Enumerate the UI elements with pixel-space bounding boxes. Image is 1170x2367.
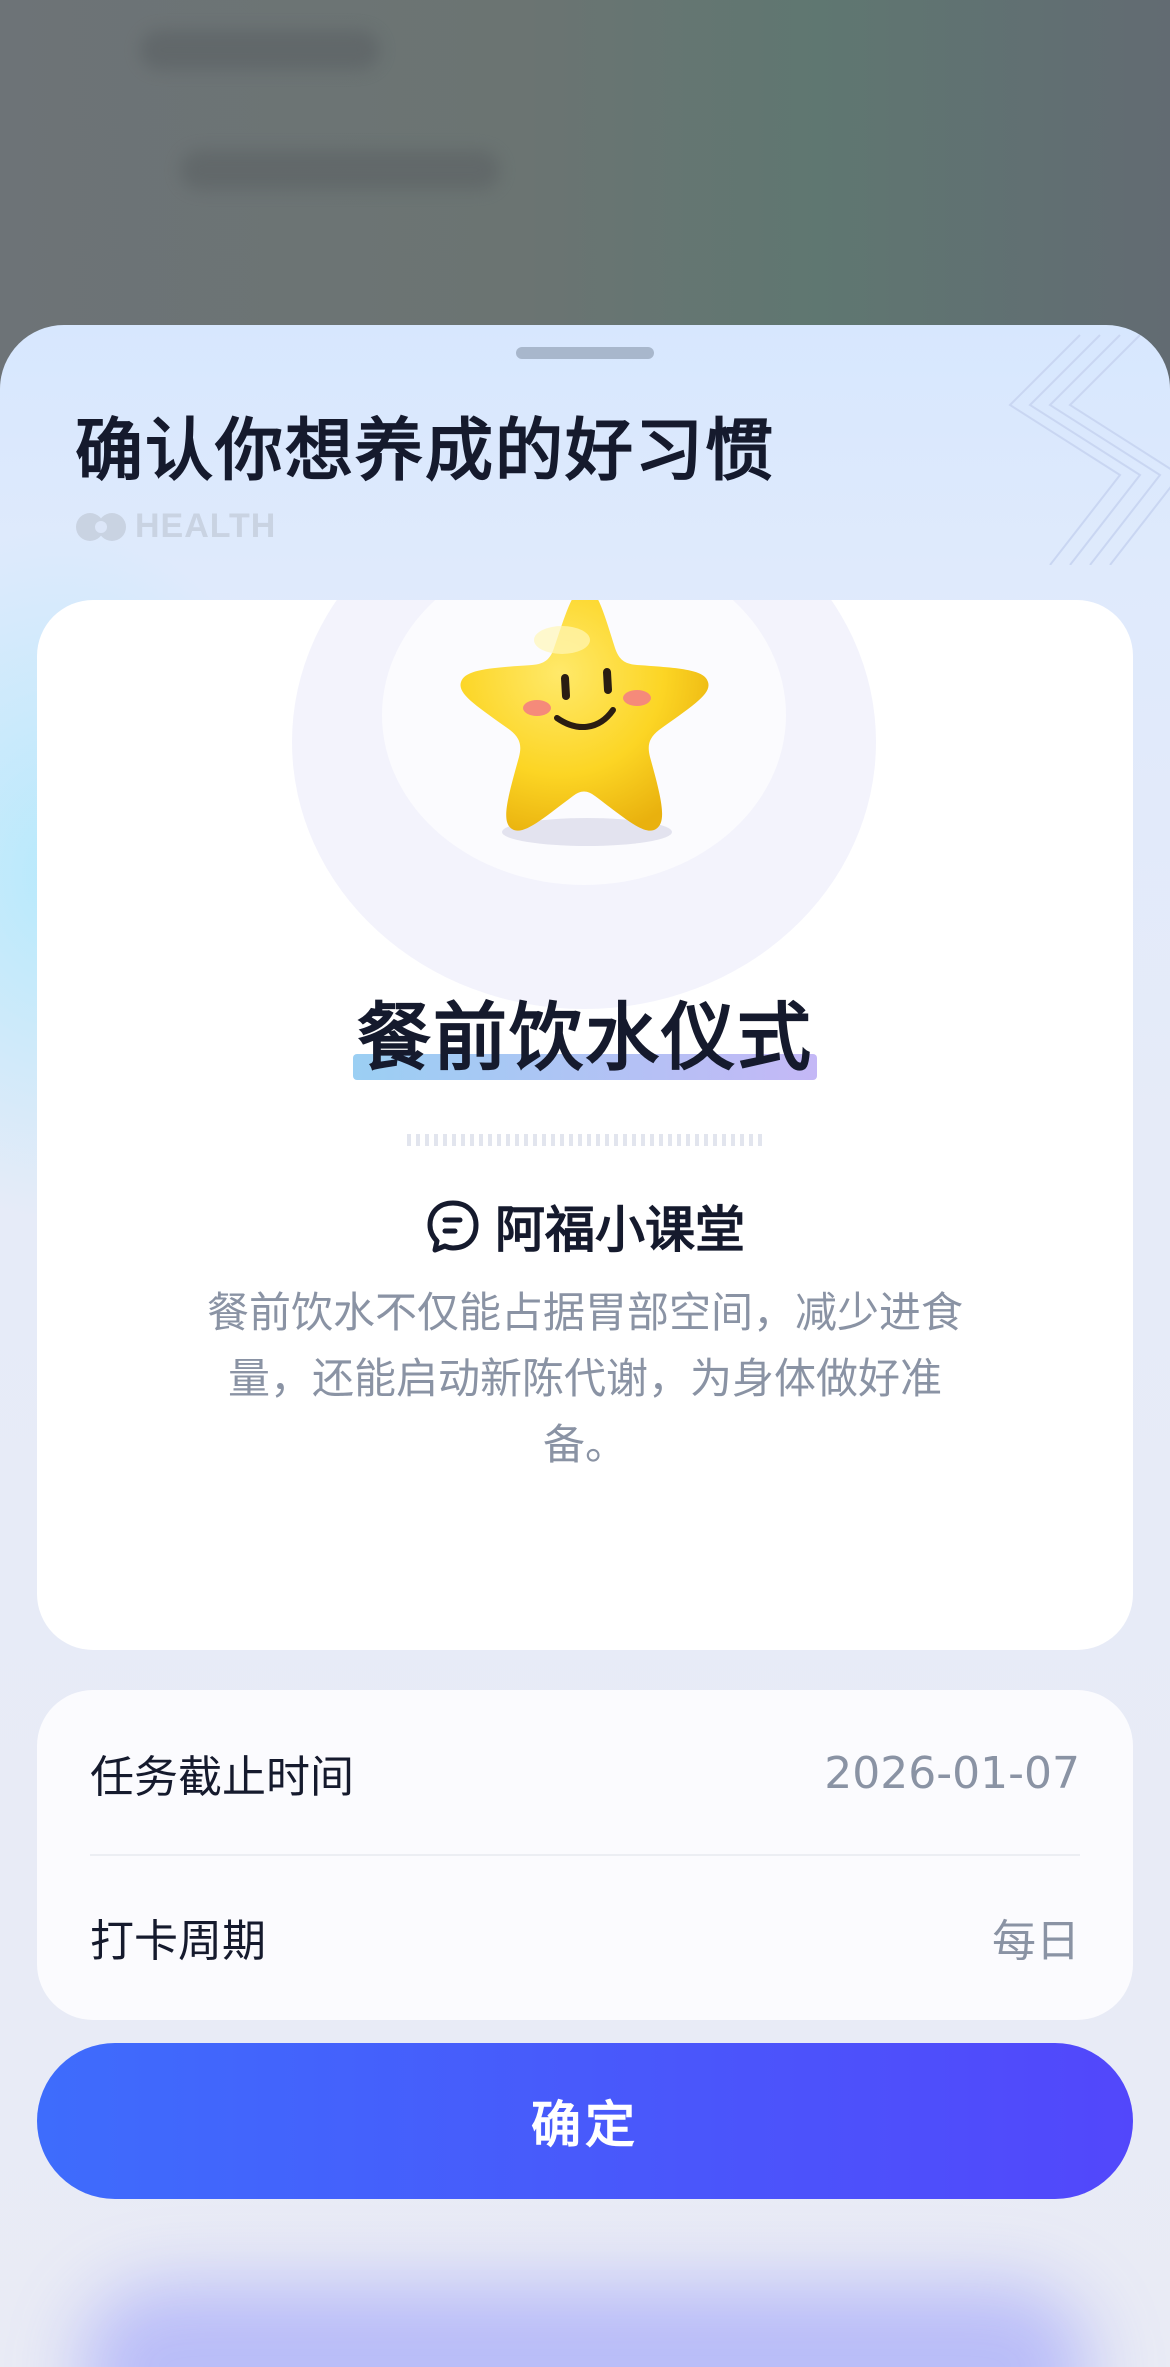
cycle-value: 每日 [992,1916,1080,1967]
health-logo-icon [76,512,126,541]
cycle-row[interactable]: 打卡周期 每日 [90,1907,1080,1967]
chat-bubble-icon [427,1200,479,1253]
habit-card: 餐前饮水仪式 阿福小课堂 餐前饮水不仅能占据胃部空间，减少进食量，还能启动新陈代… [37,600,1133,1650]
brand-logo: HEALTH [75,507,276,546]
row-divider [90,1854,1080,1856]
button-shadow [80,2285,1090,2367]
blurred-text-block [140,30,380,70]
dotted-divider [407,1134,763,1146]
star-mascot-icon [460,600,709,846]
course-description: 餐前饮水不仅能占据胃部空间，减少进食量，还能启动新陈代谢，为身体做好准备。 [206,1288,963,1469]
confirm-button[interactable]: 确定 [37,2043,1133,2199]
course-header: 阿福小课堂 [37,1190,1133,1262]
habit-name-text: 餐前饮水仪式 [357,995,813,1081]
deadline-row[interactable]: 任务截止时间 2026-01-07 [90,1743,1080,1804]
bottom-sheet: 确认你想养成的好习惯 HEALTH 餐前饮水仪式 阿福小课堂 餐前饮水不仅能占据… [0,325,1170,2367]
habit-name: 餐前饮水仪式 [353,990,817,1086]
blurred-text-block [180,150,500,190]
deadline-value: 2026-01-07 [824,1747,1080,1799]
deadline-label: 任务截止时间 [90,1752,354,1803]
decorative-lines-icon [1008,334,1170,565]
habit-name-wrap: 餐前饮水仪式 [37,990,1133,1086]
cycle-label: 打卡周期 [90,1916,266,1967]
course-title: 阿福小课堂 [495,1201,745,1259]
drag-handle[interactable] [516,347,654,359]
sheet-title: 确认你想养成的好习惯 [75,412,776,491]
brand-text: HEALTH [135,507,277,545]
